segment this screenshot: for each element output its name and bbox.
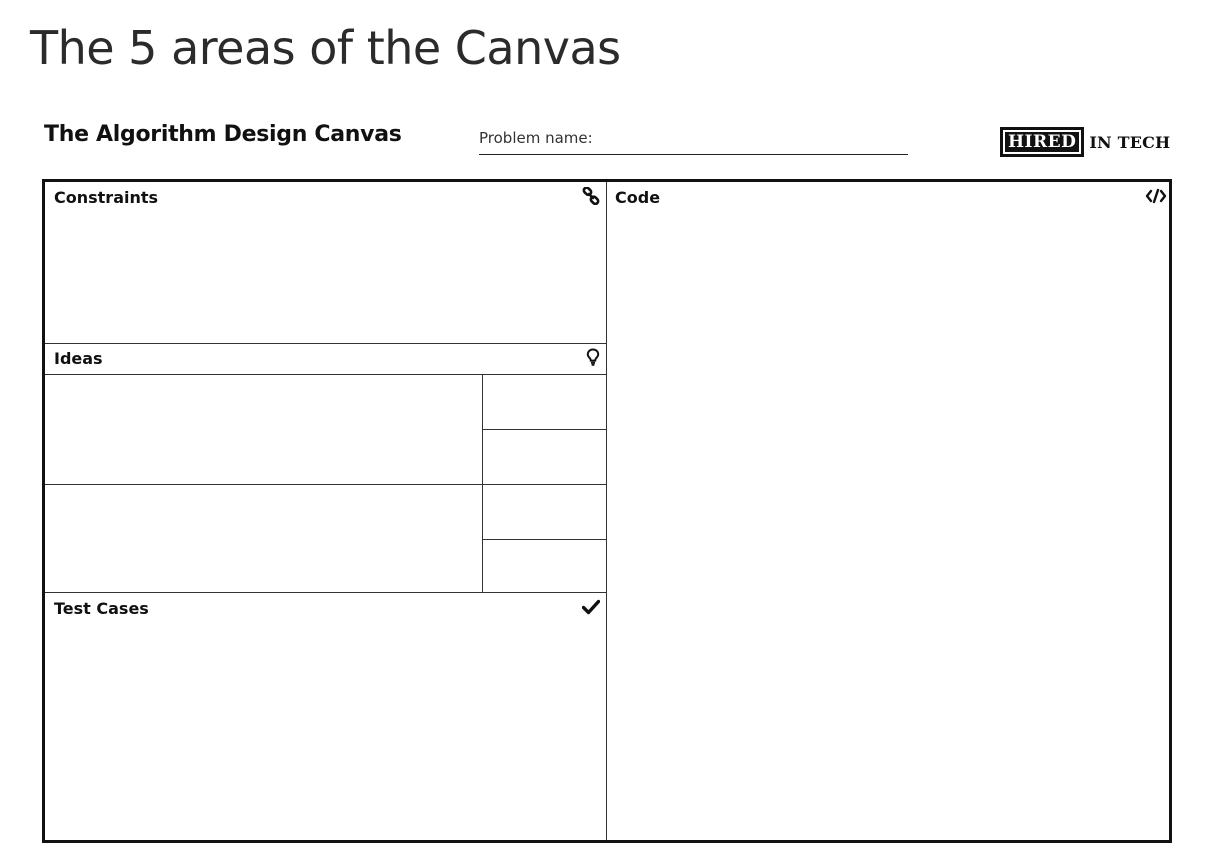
ideas-cell-divider-2 — [482, 539, 606, 540]
page-heading: The 5 areas of the Canvas — [30, 21, 621, 75]
canvas-title: The Algorithm Design Canvas — [44, 122, 402, 147]
logo-boxed-text: HIRED — [1005, 132, 1080, 152]
link-icon — [582, 187, 600, 205]
problem-name-label: Problem name: — [479, 129, 593, 147]
logo-text: IN TECH — [1089, 132, 1171, 152]
constraints-divider — [45, 343, 606, 344]
test-cases-label: Test Cases — [54, 599, 149, 618]
constraints-label: Constraints — [54, 188, 159, 207]
test-cases-divider — [45, 592, 606, 593]
column-divider — [606, 182, 607, 840]
code-label: Code — [615, 188, 661, 207]
ideas-cell-divider-1 — [482, 429, 606, 430]
checkmark-icon — [582, 599, 600, 617]
ideas-header-divider — [45, 374, 606, 375]
hired-in-tech-logo: HIRED IN TECH — [1000, 126, 1170, 158]
ideas-label: Ideas — [54, 349, 103, 368]
problem-name-field[interactable]: Problem name: — [479, 126, 908, 155]
code-icon — [1145, 188, 1167, 206]
ideas-row-divider — [45, 484, 606, 485]
ideas-inner-divider — [482, 374, 483, 592]
canvas-board: Constraints Ideas Test Cases Code — [42, 179, 1172, 843]
lightbulb-icon — [586, 348, 604, 366]
logo-box: HIRED — [1000, 127, 1085, 157]
